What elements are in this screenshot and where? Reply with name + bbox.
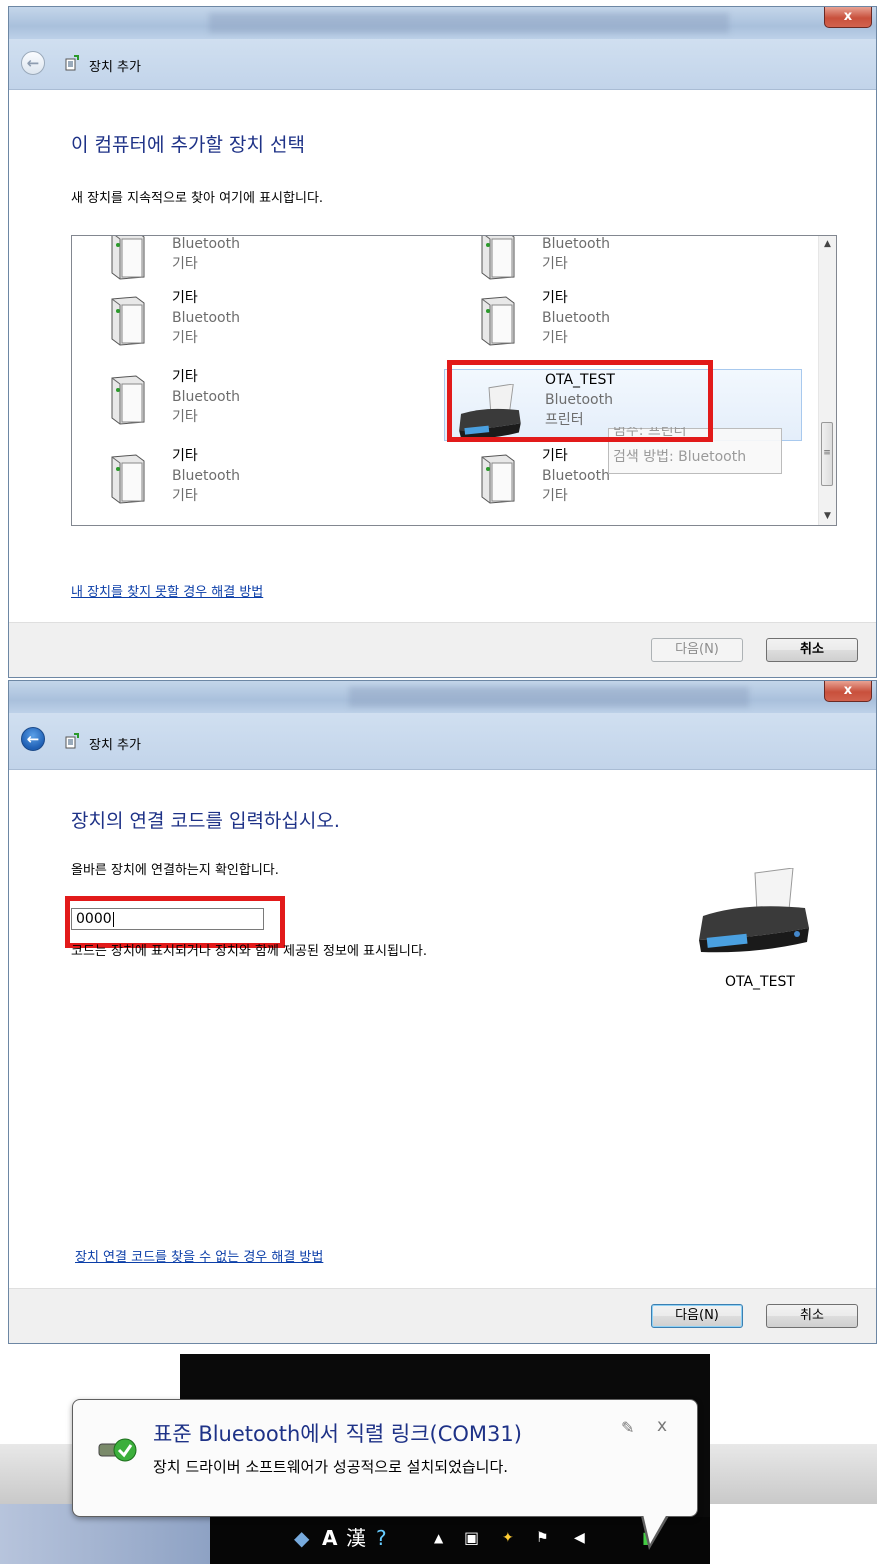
device-category: 기타 [172, 330, 198, 346]
device-text: 기타 Bluetooth 기타 [172, 288, 240, 348]
action-center-flag-icon[interactable]: ⚑ [536, 1527, 549, 1549]
device-name: 기타 [542, 448, 568, 464]
device-connection: Bluetooth [542, 236, 610, 252]
device-item[interactable]: 기타 Bluetooth 기타 [442, 288, 772, 358]
dialog-footer: 다음(N) 취소 [9, 1288, 876, 1343]
navigation-bar: ← 장치 추가 [9, 39, 876, 90]
device-list-scrollbar[interactable]: ▲ ≡ ▼ [818, 236, 836, 525]
device-category: 기타 [172, 256, 198, 272]
close-button[interactable]: x [824, 7, 872, 28]
input-mode-hanja[interactable]: 漢 [346, 1527, 366, 1549]
nav-title: 장치 추가 [89, 738, 141, 753]
device-connection: Bluetooth [172, 389, 240, 405]
device-item[interactable]: Bluetooth 기타 [442, 236, 772, 292]
volume-icon[interactable]: ◀ [574, 1527, 585, 1549]
bluetooth-device-check-icon [98, 1438, 137, 1462]
device-connection: Bluetooth [172, 310, 240, 326]
generic-device-icon [111, 296, 145, 346]
generic-device-icon [111, 375, 145, 425]
show-hidden-icons-icon[interactable]: ▲ [434, 1527, 443, 1549]
device-icon[interactable]: ▣ [464, 1527, 479, 1549]
device-text: 기타 Bluetooth 기타 [542, 288, 610, 348]
highlight-box [447, 360, 713, 442]
device-category: 기타 [542, 488, 568, 504]
notification-close-icon[interactable]: x [657, 1416, 667, 1436]
back-button[interactable]: ← [21, 727, 45, 751]
device-text: 기타 Bluetooth 기타 [542, 446, 610, 506]
device-text: Bluetooth 기타 [542, 236, 610, 274]
device-connection: Bluetooth [172, 468, 240, 484]
device-name: 기타 [542, 290, 568, 306]
cancel-button[interactable]: 취소 [766, 1304, 858, 1328]
back-arrow-icon: ← [26, 54, 40, 72]
device-name: 기타 [172, 290, 198, 306]
scroll-thumb[interactable]: ≡ [821, 422, 833, 486]
page-heading: 이 컴퓨터에 추가할 장치 선택 [71, 134, 305, 156]
next-button[interactable]: 다음(N) [651, 638, 743, 662]
scroll-up-arrow-icon[interactable]: ▲ [819, 236, 836, 253]
language-bar-icon[interactable]: ◆ [294, 1527, 309, 1549]
generic-device-icon [481, 296, 515, 346]
power-icon[interactable]: ✦ [502, 1527, 514, 1549]
device-category: 기타 [172, 409, 198, 425]
generic-device-icon [111, 236, 145, 280]
next-button[interactable]: 다음(N) [651, 1304, 743, 1328]
scroll-down-arrow-icon[interactable]: ▼ [819, 508, 836, 525]
title-bar[interactable]: x [9, 7, 876, 39]
device-category: 기타 [542, 330, 568, 346]
back-button[interactable]: ← [21, 51, 45, 75]
add-device-icon [65, 733, 79, 749]
device-category: 기타 [542, 256, 568, 272]
generic-device-icon [481, 454, 515, 504]
generic-device-icon [481, 236, 515, 280]
nav-title: 장치 추가 [89, 60, 141, 75]
device-item[interactable]: 기타 Bluetooth 기타 [72, 288, 402, 358]
device-name: OTA_TEST [725, 974, 795, 990]
help-icon[interactable]: ? [376, 1527, 387, 1549]
system-tray: ◆ A 漢 ? ▲ ▣ ✦ ⚑ ◀ ▮ [210, 1517, 710, 1564]
device-name: 기타 [172, 369, 198, 385]
device-item[interactable]: 기타 Bluetooth 기타 [72, 446, 402, 516]
add-device-dialog-code: x ← 장치 추가 장치의 연결 코드를 입력하십시오. 올바른 장치에 연결하… [8, 680, 877, 1344]
device-connection: Bluetooth [542, 468, 610, 484]
page-subtitle: 새 장치를 지속적으로 찾아 여기에 표시합니다. [71, 191, 324, 206]
notification-message: 장치 드라이버 소프트웨어가 성공적으로 설치되었습니다. [153, 1458, 509, 1476]
device-item[interactable]: 기타 Bluetooth 기타 [72, 367, 402, 437]
device-text: 기타 Bluetooth 기타 [172, 446, 240, 506]
notification-title: 표준 Bluetooth에서 직렬 링크(COM31) [153, 1422, 522, 1446]
printer-icon [699, 868, 809, 953]
notification-options-icon[interactable]: ✎ [621, 1418, 634, 1437]
dialog-footer: 다음(N) 취소 [9, 622, 876, 677]
help-link[interactable]: 장치 연결 코드를 찾을 수 없는 경우 해결 방법 [75, 1246, 323, 1265]
device-item[interactable]: Bluetooth 기타 [72, 236, 402, 292]
close-icon: x [843, 683, 853, 698]
title-bar[interactable]: x [9, 681, 876, 713]
device-name: 기타 [172, 448, 198, 464]
device-text: 기타 Bluetooth 기타 [172, 367, 240, 427]
back-arrow-icon: ← [26, 730, 40, 748]
dialog-content: 이 컴퓨터에 추가할 장치 선택 새 장치를 지속적으로 찾아 여기에 표시합니… [9, 90, 876, 625]
device-connection: Bluetooth [542, 310, 610, 326]
navigation-bar: ← 장치 추가 [9, 713, 876, 770]
page-heading: 장치의 연결 코드를 입력하십시오. [71, 810, 340, 832]
cancel-button[interactable]: 취소 [766, 638, 858, 662]
input-mode-a[interactable]: A [322, 1527, 337, 1549]
device-text: Bluetooth 기타 [172, 236, 240, 274]
help-link[interactable]: 내 장치를 찾지 못할 경우 해결 방법 [71, 581, 263, 600]
close-button[interactable]: x [824, 681, 872, 702]
dialog-content: 장치의 연결 코드를 입력하십시오. 올바른 장치에 연결하는지 확인합니다. … [9, 770, 876, 1290]
close-icon: x [843, 9, 853, 24]
page-subtitle: 올바른 장치에 연결하는지 확인합니다. [71, 863, 279, 878]
code-hint: 코드는 장치에 표시되거나 장치와 함께 제공된 정보에 표시됩니다. [71, 944, 427, 959]
generic-device-icon [111, 454, 145, 504]
device-category: 기타 [172, 488, 198, 504]
add-device-dialog-select: x ← 장치 추가 이 컴퓨터에 추가할 장치 선택 새 장치를 지속적으로 찾… [8, 6, 877, 678]
device-connection: Bluetooth [172, 236, 240, 252]
notification-balloon[interactable]: 표준 Bluetooth에서 직렬 링크(COM31) 장치 드라이버 소프트웨… [72, 1399, 698, 1550]
tooltip-method: 검색 방법: Bluetooth [613, 449, 747, 465]
add-device-icon [65, 55, 79, 71]
